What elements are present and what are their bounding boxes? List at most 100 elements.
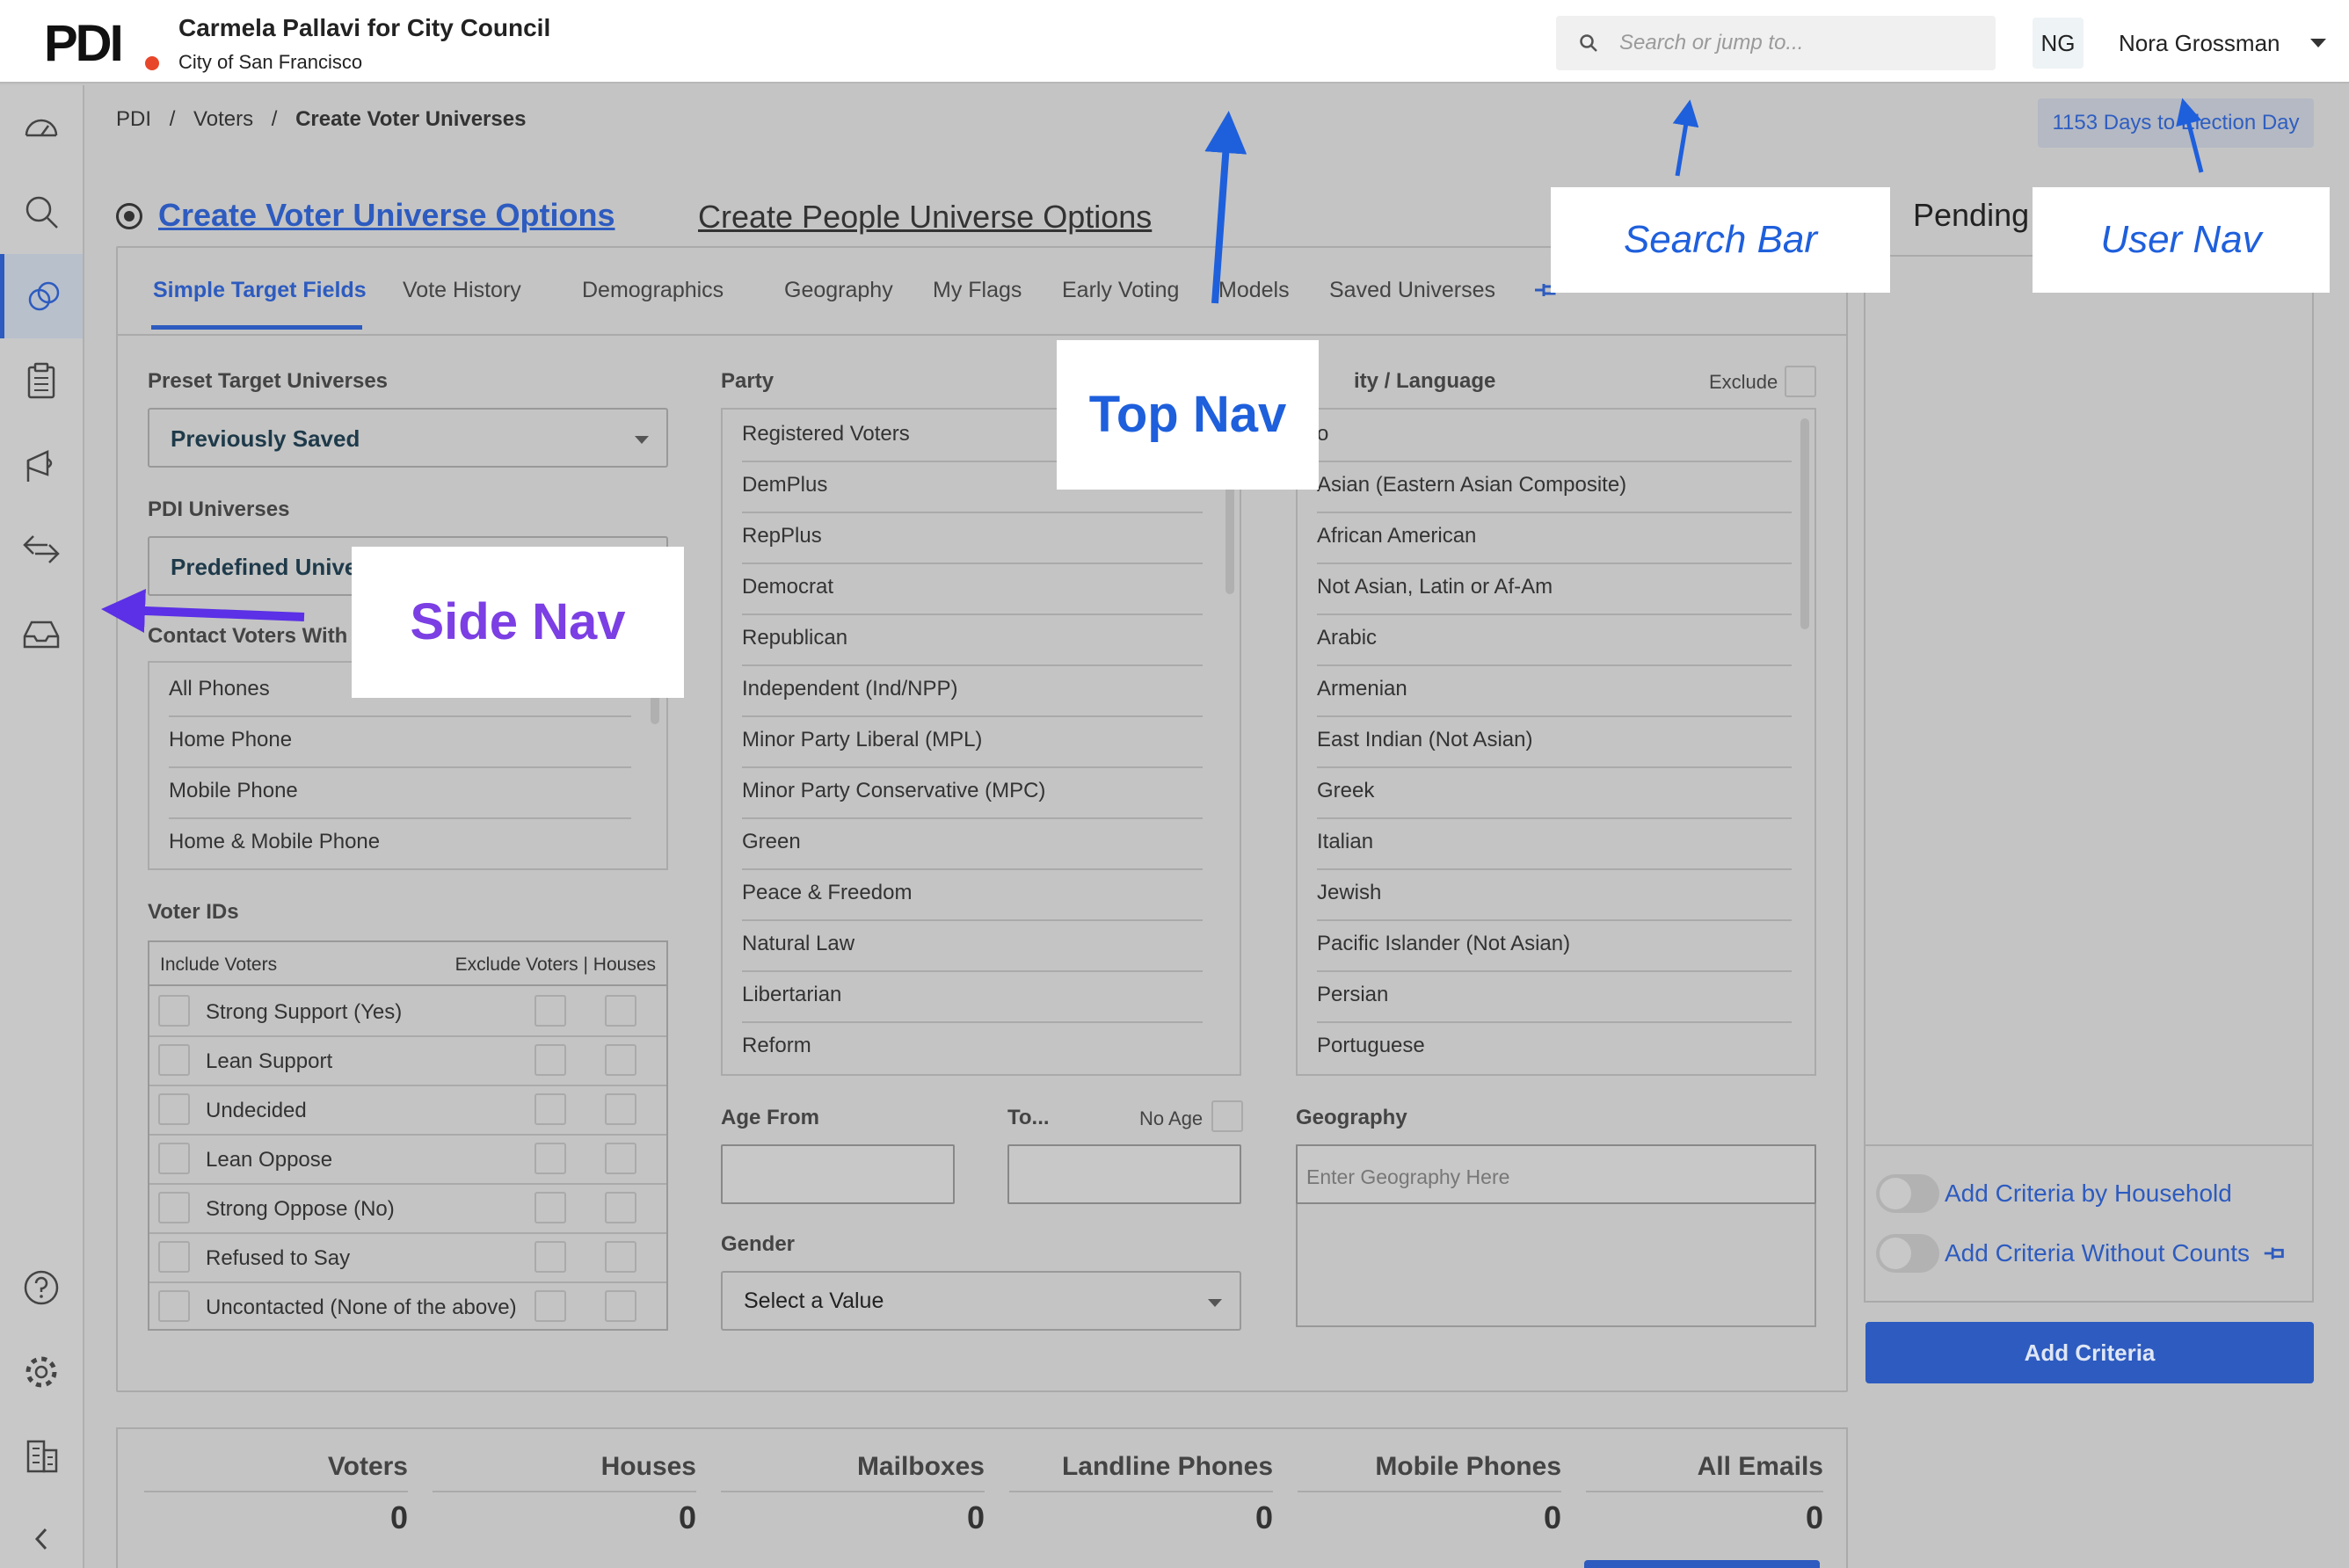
exclude-ethnicity-checkbox[interactable] [1785, 366, 1816, 397]
save-universe-button[interactable] [1584, 1560, 1820, 1568]
preset-universe-select[interactable]: Previously Saved [148, 408, 668, 468]
scrollbar[interactable] [1225, 480, 1234, 594]
sidebar-item-help[interactable] [0, 1245, 83, 1330]
exclude-houses-checkbox[interactable] [605, 1290, 636, 1322]
household-toggle-label[interactable]: Add Criteria by Household [1945, 1180, 2232, 1208]
exclude-houses-checkbox[interactable] [605, 1241, 636, 1273]
include-checkbox[interactable] [158, 1143, 190, 1174]
pdi-logo[interactable]: PDI [44, 18, 159, 70]
exclude-houses-checkbox[interactable] [605, 1044, 636, 1076]
list-item[interactable]: Armenian [1317, 666, 1792, 717]
list-item[interactable]: Reform [742, 1023, 1203, 1074]
list-item[interactable]: Asian (Eastern Asian Composite) [1317, 462, 1792, 513]
list-item[interactable]: Jewish [1317, 870, 1792, 921]
list-item[interactable]: Greek [1317, 768, 1792, 819]
list-item[interactable]: Persian [1317, 972, 1792, 1023]
tab-early-voting[interactable]: Early Voting [1062, 278, 1179, 303]
sidebar-item-search[interactable] [0, 170, 83, 254]
exclude-houses-checkbox[interactable] [605, 995, 636, 1027]
list-item[interactable]: Home Phone [169, 717, 631, 768]
chevron-down-icon[interactable] [2310, 39, 2326, 47]
tab-vote-history[interactable]: Vote History [403, 278, 521, 303]
list-item[interactable]: Democrat [742, 564, 1203, 615]
search-input[interactable] [1619, 25, 1980, 62]
exclude-voters-checkbox[interactable] [535, 1290, 566, 1322]
sidebar-collapse[interactable] [0, 1497, 83, 1568]
sidebar-item-universes[interactable] [0, 254, 83, 338]
exclude-voters-checkbox[interactable] [535, 1192, 566, 1223]
arrow-search-bar [1672, 99, 1699, 177]
stat-value: 0 [389, 1499, 408, 1535]
list-item[interactable]: RepPlus [742, 513, 1203, 564]
exclude-houses-checkbox[interactable] [605, 1192, 636, 1223]
list-item[interactable]: Peace & Freedom [742, 870, 1203, 921]
exclude-houses-checkbox[interactable] [605, 1143, 636, 1174]
include-checkbox[interactable] [158, 1044, 190, 1076]
household-toggle[interactable] [1876, 1174, 1939, 1213]
exclude-voters-checkbox[interactable] [535, 995, 566, 1027]
table-row: Lean Support [149, 1037, 666, 1086]
sidebar-item-settings[interactable] [0, 1330, 83, 1414]
user-name[interactable]: Nora Grossman [2119, 30, 2280, 57]
include-checkbox[interactable] [158, 1093, 190, 1125]
list-item[interactable]: Libertarian [742, 972, 1203, 1023]
stat-all-emails: All Emails 0 [1586, 1452, 1823, 1536]
list-item[interactable]: Not Asian, Latin or Af-Am [1317, 564, 1792, 615]
add-criteria-button[interactable]: Add Criteria [1865, 1322, 2314, 1383]
age-from-input[interactable] [721, 1144, 955, 1204]
scrollbar[interactable] [1800, 418, 1809, 629]
list-item[interactable]: Home & Mobile Phone [169, 819, 631, 868]
exclude-voters-checkbox[interactable] [535, 1241, 566, 1273]
user-avatar[interactable]: NG [2033, 18, 2084, 69]
breadcrumb-voters[interactable]: Voters [193, 107, 253, 131]
party-list[interactable]: Registered Voters DemPlus RepPlus Democr… [721, 408, 1241, 1076]
list-item[interactable]: Minor Party Conservative (MPC) [742, 768, 1203, 819]
sidebar-item-organization[interactable] [0, 1414, 83, 1499]
list-item[interactable]: o [1317, 411, 1792, 462]
exclude-voters-checkbox[interactable] [535, 1143, 566, 1174]
list-item[interactable]: Independent (Ind/NPP) [742, 666, 1203, 717]
gender-select[interactable]: Select a Value [721, 1271, 1241, 1331]
pin-icon[interactable] [2261, 1243, 2287, 1264]
exclude-voters-checkbox[interactable] [535, 1044, 566, 1076]
radio-selected-icon[interactable] [116, 203, 142, 229]
tab-simple-target-fields[interactable]: Simple Target Fields [153, 278, 367, 303]
list-item[interactable]: Arabic [1317, 615, 1792, 666]
geography-input[interactable]: Enter Geography Here [1296, 1144, 1816, 1204]
list-item[interactable]: Natural Law [742, 921, 1203, 972]
tab-models[interactable]: Models [1218, 278, 1290, 303]
list-item[interactable]: Green [742, 819, 1203, 870]
create-voter-universe-link[interactable]: Create Voter Universe Options [158, 197, 615, 234]
sidebar-item-clipboard[interactable] [0, 338, 83, 423]
sidebar-item-campaigns[interactable] [0, 423, 83, 507]
sidebar-item-inbox[interactable] [0, 592, 83, 676]
list-item[interactable]: Republican [742, 615, 1203, 666]
list-item[interactable]: Pacific Islander (Not Asian) [1317, 921, 1792, 972]
sidebar-item-dashboard[interactable] [0, 85, 83, 170]
list-item[interactable]: Mobile Phone [169, 768, 631, 819]
tab-my-flags[interactable]: My Flags [933, 278, 1022, 303]
list-item[interactable]: Portuguese [1317, 1023, 1792, 1074]
include-checkbox[interactable] [158, 1290, 190, 1322]
tab-saved-universes[interactable]: Saved Universes [1329, 278, 1495, 303]
breadcrumb-pdi[interactable]: PDI [116, 107, 151, 131]
include-checkbox[interactable] [158, 1241, 190, 1273]
ethnicity-list[interactable]: o Asian (Eastern Asian Composite) Africa… [1296, 408, 1816, 1076]
list-item[interactable]: African American [1317, 513, 1792, 564]
without-counts-toggle[interactable] [1876, 1234, 1939, 1273]
list-item[interactable]: Italian [1317, 819, 1792, 870]
without-counts-toggle-label[interactable]: Add Criteria Without Counts [1945, 1239, 2250, 1267]
no-age-checkbox[interactable] [1211, 1100, 1243, 1132]
list-item[interactable]: Minor Party Liberal (MPL) [742, 717, 1203, 768]
age-to-input[interactable] [1007, 1144, 1241, 1204]
create-people-universe-link[interactable]: Create People Universe Options [698, 199, 1152, 236]
tab-geography[interactable]: Geography [784, 278, 893, 303]
search-bar[interactable] [1556, 16, 1996, 70]
exclude-voters-checkbox[interactable] [535, 1093, 566, 1125]
tab-demographics[interactable]: Demographics [582, 278, 724, 303]
sidebar-item-transfer[interactable] [0, 507, 83, 592]
list-item[interactable]: East Indian (Not Asian) [1317, 717, 1792, 768]
include-checkbox[interactable] [158, 995, 190, 1027]
exclude-houses-checkbox[interactable] [605, 1093, 636, 1125]
include-checkbox[interactable] [158, 1192, 190, 1223]
